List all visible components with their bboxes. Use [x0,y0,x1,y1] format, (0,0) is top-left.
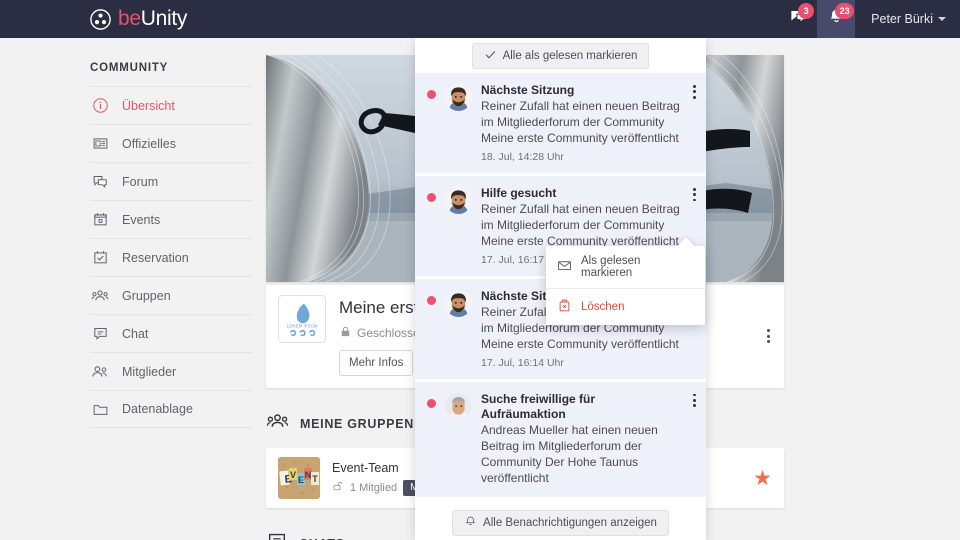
notification-text: Andreas Mueller hat einen neuen Beitrag … [481,423,658,485]
svg-text:LOREM IPSUM: LOREM IPSUM [287,324,318,329]
groups-section-title: MEINE GRUPPEN [300,417,414,431]
messages-badge: 3 [798,3,815,19]
user-menu[interactable]: Peter Bürki [855,12,960,26]
folder-icon [90,399,110,419]
notification-kebab-menu[interactable] [693,85,696,101]
messages-button[interactable]: 3 [779,0,817,38]
avatar [445,392,472,420]
svg-text:E: E [298,475,304,485]
star-icon[interactable]: ★ [753,468,772,489]
svg-text:T: T [312,474,318,484]
notification-time: 17. Jul, 16:14 Uhr [481,356,564,369]
check-icon [484,48,497,64]
avatar [445,289,472,317]
sidebar-item-forum[interactable]: Forum [90,162,252,200]
unread-dot-icon [427,90,436,99]
lock-icon [339,325,352,341]
notification-item[interactable]: Suche freiwillige für Aufräumaktion Andr… [415,381,706,500]
newspaper-icon [90,134,110,154]
calendar-icon [90,210,110,230]
context-menu-item-delete[interactable]: Löschen [546,288,705,325]
notification-title: Suche freiwillige für Aufräumaktion [481,391,596,421]
sidebar-item-label: Gruppen [122,288,171,303]
sidebar-item-label: Datenablage [122,402,193,416]
notifications-badge: 23 [835,3,855,19]
bell-icon [464,515,477,531]
more-info-button[interactable]: Mehr Infos [339,350,414,376]
topbar-right-cluster: 3 23 Peter Bürki [779,0,960,38]
sidebar-item-label: Mitglieder [122,364,177,379]
brand-name-be: be [118,7,141,30]
show-all-notifications-button[interactable]: Alle Benachrichtigungen anzeigen [452,509,669,536]
kebab-menu-icon [767,329,770,343]
notification-context-menu: Als gelesen markieren Löschen [546,237,705,325]
notification-kebab-menu[interactable] [693,187,696,204]
notification-text: Reiner Zufall hat einen neuen Beitrag im… [481,99,680,146]
context-menu-item-label: Löschen [581,301,625,313]
sidebar-item-gruppen[interactable]: Gruppen [90,276,252,314]
two-people-icon [90,362,110,382]
sidebar-item-chat[interactable]: Chat [90,314,252,352]
sidebar-item-label: Forum [122,174,159,189]
trash-icon [557,298,572,316]
top-navigation-bar: beUnity 3 23 Peter Bürki [0,0,960,38]
sidebar-item-mitglieder[interactable]: Mitglieder [90,352,252,390]
event-letters-thumbnail: E V E N T [278,457,320,499]
mark-all-read-label: Alle als gelesen markieren [502,49,638,62]
lock-open-icon [332,480,344,495]
community-logo: LOREM IPSUM [278,295,326,343]
notification-title: Nächste Sitzung [481,83,575,97]
notifications-panel-header: Alle als gelesen markieren [415,38,706,73]
notification-title: Hilfe gesucht [481,185,557,200]
brand-name-unity: Unity [140,7,188,30]
sidebar-item-reservation[interactable]: Reservation [90,238,252,276]
forum-bubbles-icon [90,172,110,192]
sidebar-item-label: Reservation [122,250,189,265]
community-kebab-menu[interactable] [767,329,770,343]
unread-dot-icon [427,398,436,408]
sidebar-item-datenablage[interactable]: Datenablage [90,390,252,428]
notification-item[interactable]: Nächste Sitzung Reiner Zufall hat einen … [415,73,706,176]
svg-text:V: V [290,470,296,480]
community-sidebar: COMMUNITY Übersicht Offizielles Forum Ev… [90,62,252,428]
context-menu-item-mark-read[interactable]: Als gelesen markieren [546,246,705,288]
chats-section-title: CHATS [299,537,345,540]
sidebar-title: COMMUNITY [90,62,169,74]
notifications-button[interactable]: 23 [817,0,856,38]
unread-dot-icon [427,192,436,202]
notification-body: Suche freiwillige für Aufräumaktion Andr… [481,392,694,487]
notification-text: Reiner Zufall hat einen neuen Beitrag im… [481,202,680,248]
context-menu-item-label: Als gelesen markieren [581,255,641,279]
group-people-icon [266,410,289,438]
chat-lines-icon [266,530,288,540]
svg-text:N: N [305,470,312,480]
app-root: beUnity 3 23 Peter Bürki COMMUNITY Übers… [0,0,960,540]
user-name-label: Peter Bürki [871,12,933,26]
sidebar-item-events[interactable]: Events [90,200,252,238]
sidebar-item-uebersicht[interactable]: Übersicht [90,86,252,124]
show-all-notifications-label: Alle Benachrichtigungen anzeigen [483,516,657,529]
recycle-triangle-icon [90,8,111,30]
caret-down-icon [938,17,946,21]
sidebar-item-label: Übersicht [122,98,175,113]
group-people-icon [90,286,110,306]
chat-lines-icon [90,324,110,344]
envelope-icon [557,258,572,276]
notifications-panel-footer: Alle Benachrichtigungen anzeigen [415,505,706,540]
sidebar-item-label: Chat [122,326,149,341]
unread-dot-icon [427,295,436,305]
group-members-label: 1 Mitglied [350,481,398,494]
mark-all-read-button[interactable]: Alle als gelesen markieren [471,42,650,69]
calendar-check-icon [90,248,110,268]
avatar [445,84,472,111]
info-circle-icon [90,96,110,116]
avatar [445,186,472,214]
sidebar-item-label: Events [122,212,161,227]
sidebar-item-label: Offizielles [122,136,176,151]
sidebar-item-offizielles[interactable]: Offizielles [90,124,252,162]
notification-body: Nächste Sitzung Reiner Zufall hat einen … [481,83,694,163]
notification-kebab-menu[interactable] [693,393,696,410]
notification-time: 18. Jul, 14:28 Uhr [481,150,564,163]
brand-logo[interactable]: beUnity [90,7,187,31]
